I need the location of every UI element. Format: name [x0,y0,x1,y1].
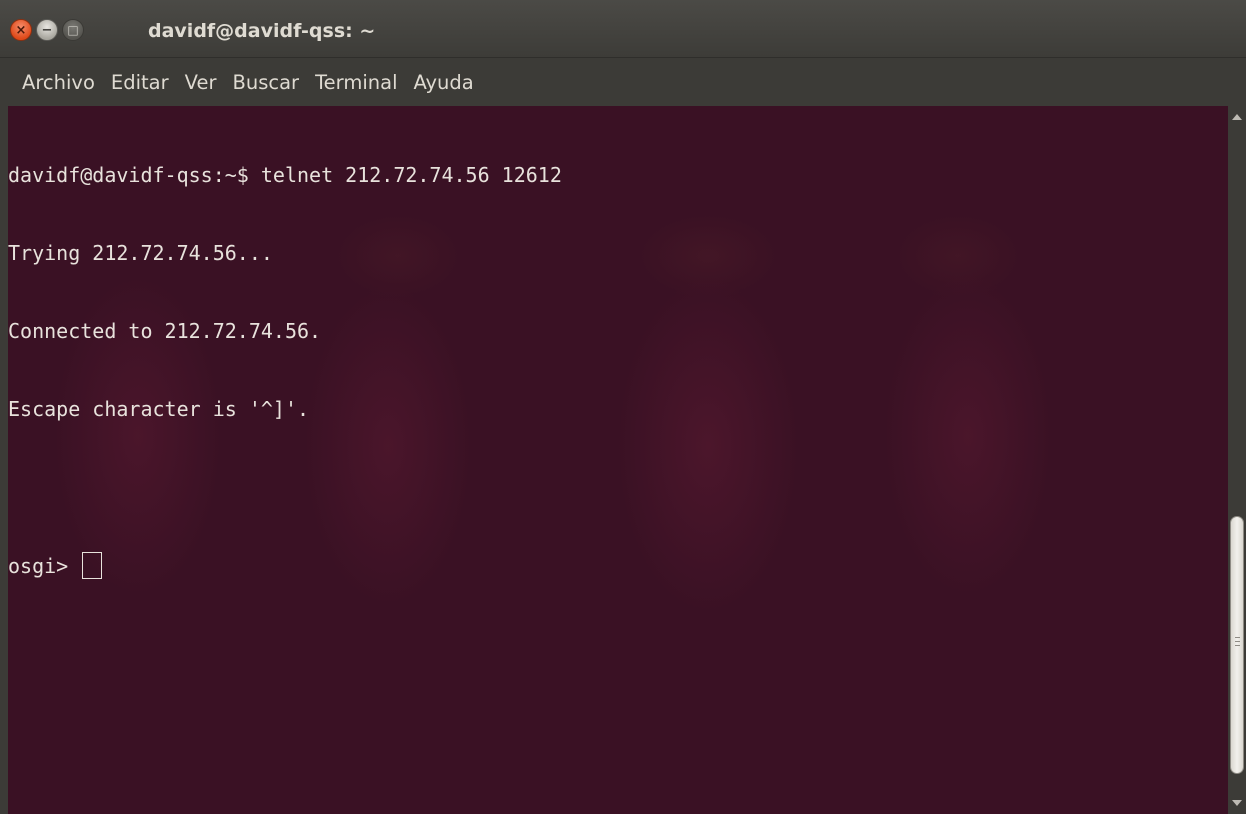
scroll-up-arrow-icon[interactable] [1232,114,1242,120]
terminal-line: Connected to 212.72.74.56. [8,319,322,343]
maximize-window-button[interactable]: □ [62,19,84,41]
scroll-down-arrow-icon[interactable] [1232,800,1242,806]
menu-terminal[interactable]: Terminal [315,71,397,94]
scrollbar-thumb[interactable] [1230,516,1244,774]
prompt-line: osgi> [8,552,562,579]
menu-ver[interactable]: Ver [185,71,217,94]
terminal-text: davidf@davidf-qss:~$ telnet 212.72.74.56… [8,110,562,630]
grip-line [1235,637,1240,638]
terminal-output-area[interactable]: davidf@davidf-qss:~$ telnet 212.72.74.56… [8,106,1228,814]
terminal-line: Escape character is '^]'. [8,397,310,421]
terminal-line: davidf@davidf-qss:~$ telnet 212.72.74.56… [8,163,562,187]
window-controls: × − □ [10,18,88,42]
grip-line [1235,641,1240,642]
minimize-window-button[interactable]: − [36,19,58,41]
title-bar[interactable]: × − □ davidf@davidf-qss: ~ [0,0,1246,58]
menu-buscar[interactable]: Buscar [232,71,299,94]
menu-bar: Archivo Editar Ver Buscar Terminal Ayuda [0,59,1246,106]
terminal-line: Trying 212.72.74.56... [8,241,273,265]
menu-editar[interactable]: Editar [111,71,169,94]
text-cursor [82,552,103,579]
osgi-prompt: osgi> [8,554,81,578]
menu-ayuda[interactable]: Ayuda [414,71,474,94]
window-title: davidf@davidf-qss: ~ [148,20,376,42]
minimize-icon: − [41,22,53,38]
menu-archivo[interactable]: Archivo [22,71,95,94]
vertical-scrollbar[interactable] [1228,106,1246,814]
terminal-window: × − □ davidf@davidf-qss: ~ Archivo Edita… [0,0,1246,814]
close-window-button[interactable]: × [10,19,32,41]
grip-line [1235,645,1240,646]
maximize-icon: □ [67,23,79,37]
close-icon: × [15,22,27,38]
